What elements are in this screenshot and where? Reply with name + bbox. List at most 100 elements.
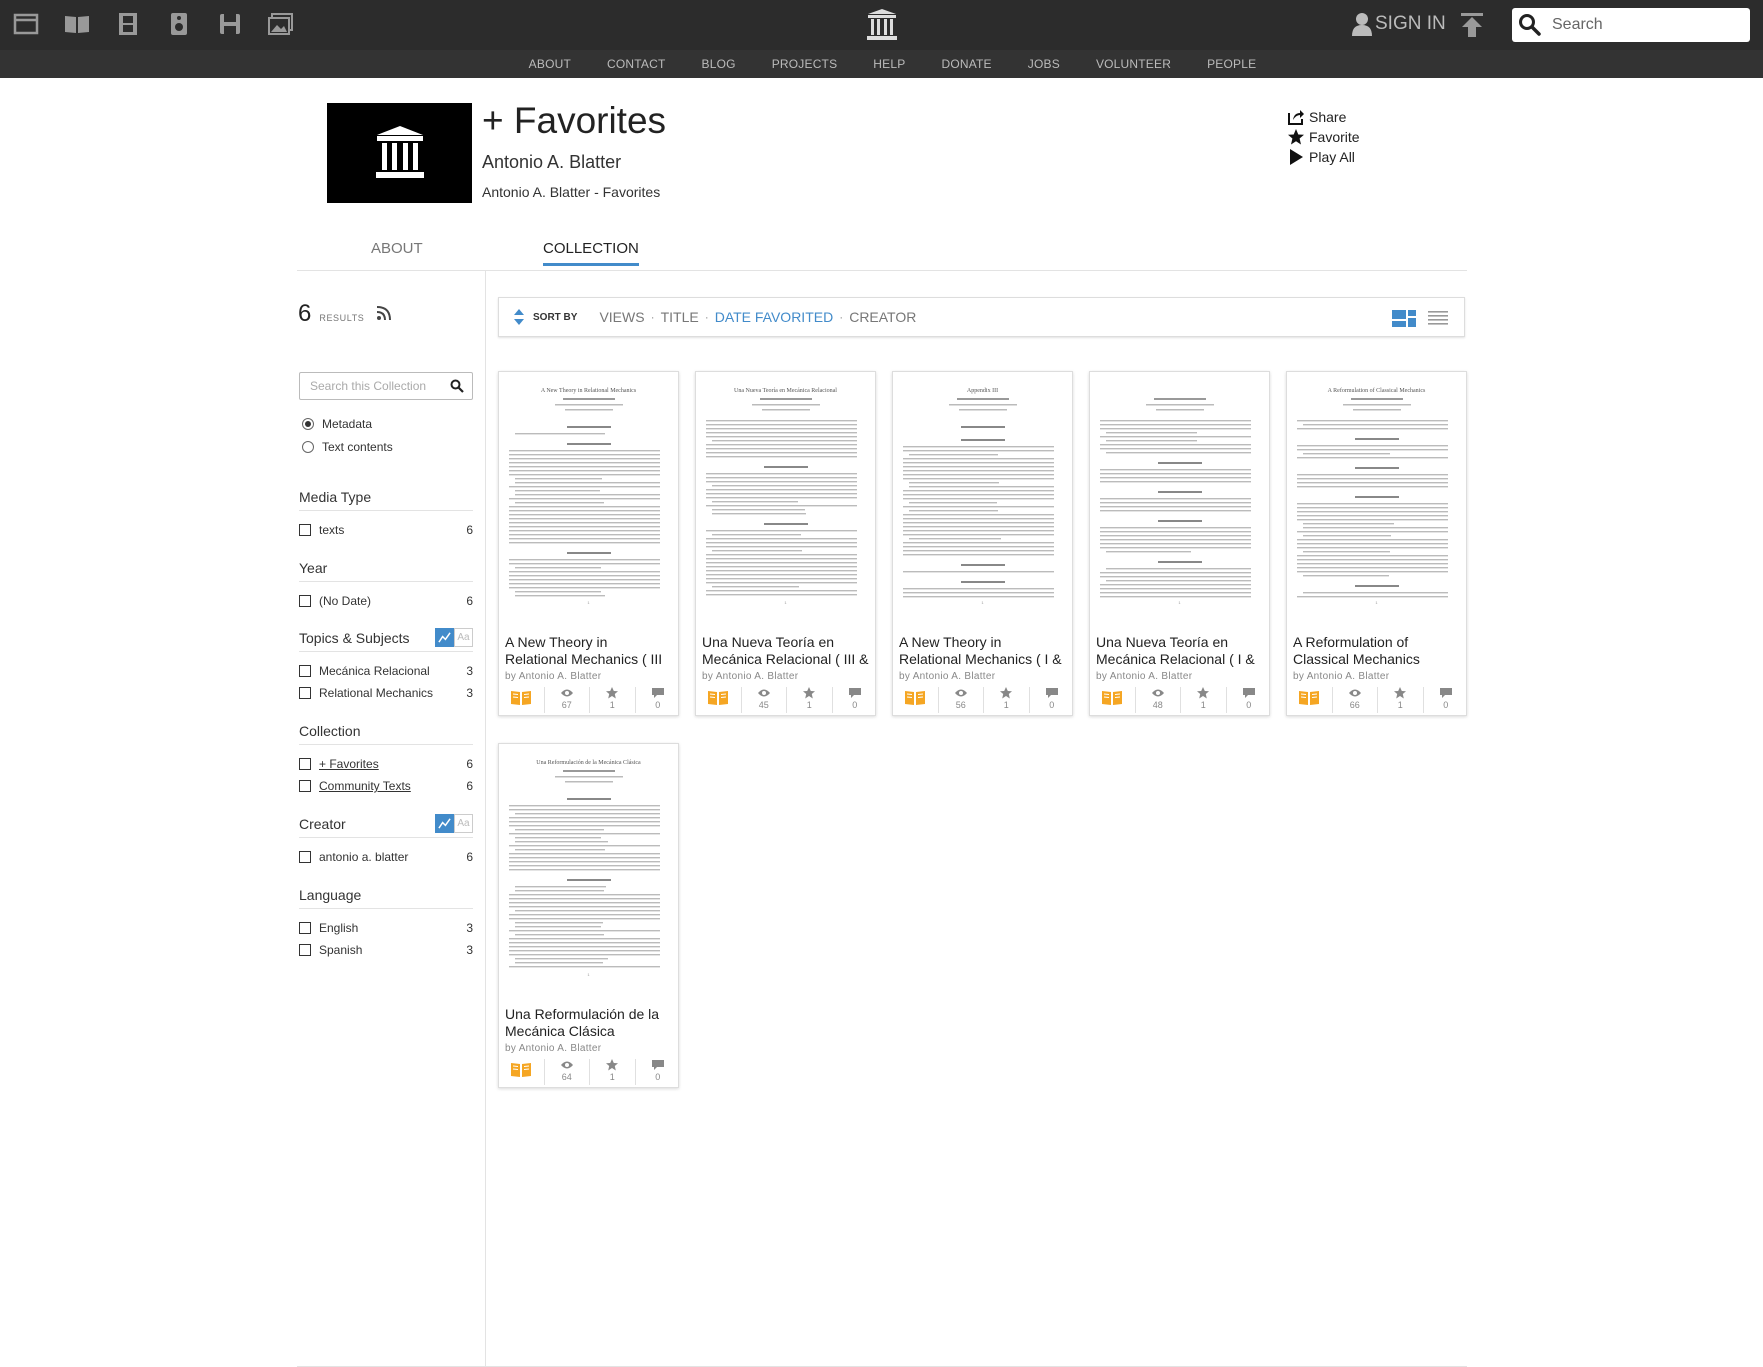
sort-direction-icon[interactable]	[513, 308, 525, 326]
sort-creator[interactable]: CREATOR	[849, 309, 916, 325]
facet-count: 6	[466, 779, 473, 793]
page-preview: Una Reformulación de la Mecánica Clásica…	[509, 759, 660, 977]
texts-icon	[511, 1063, 532, 1077]
document-thumbnail[interactable]: A Reformulation of Classical Mechanics 1	[1293, 378, 1460, 608]
web-icon[interactable]	[12, 10, 40, 38]
eye-icon	[560, 689, 573, 697]
video-icon[interactable]	[114, 10, 142, 38]
share-button[interactable]: Share	[1287, 107, 1360, 127]
facet-row[interactable]: Relational Mechanics 3	[299, 682, 473, 704]
list-view-icon[interactable]	[1426, 309, 1450, 327]
checkbox[interactable]	[299, 780, 311, 792]
checkbox[interactable]	[299, 944, 311, 956]
facet-row[interactable]: texts 6	[299, 519, 473, 541]
software-icon[interactable]	[216, 10, 244, 38]
chart-view-icon[interactable]	[435, 814, 454, 833]
stat-reviews: 0	[1424, 687, 1469, 713]
facet-row[interactable]: antonio a. blatter 6	[299, 846, 473, 868]
document-thumbnail[interactable]: Appendix III 1	[899, 378, 1066, 608]
facet-count: 3	[466, 664, 473, 678]
facet-row[interactable]: Mecánica Relacional 3	[299, 660, 473, 682]
document-thumbnail[interactable]: Una Reformulación de la Mecánica Clásica…	[505, 750, 672, 980]
media-icons	[12, 10, 318, 38]
comment-icon	[651, 1060, 664, 1070]
radio-text-contents[interactable]: Text contents	[302, 435, 393, 458]
facet-row[interactable]: Community Texts 6	[299, 775, 473, 797]
facet-label[interactable]: Community Texts	[319, 779, 466, 793]
favorite-button[interactable]: Favorite	[1287, 127, 1360, 147]
tile-title[interactable]: A New Theory in Relational Mechanics ( I…	[899, 634, 1066, 668]
document-thumbnail[interactable]: A New Theory in Relational Mechanics 1	[505, 378, 672, 608]
tile-title[interactable]: Una Nueva Teoría en Mecánica Relacional …	[702, 634, 869, 668]
tab-collection[interactable]: COLLECTION	[543, 240, 639, 266]
text-view-icon[interactable]: Aa	[454, 628, 473, 647]
result-tile[interactable]: A Reformulation of Classical Mechanics 1 A…	[1286, 371, 1467, 716]
result-tile[interactable]: Una Reformulación de la Mecánica Clásica…	[498, 743, 679, 1088]
stat-favorites: 1	[787, 687, 833, 713]
result-tile[interactable]: 1 Una Nueva Teoría en Mecánica Relacional…	[1089, 371, 1270, 716]
stat-favorites: 1	[590, 687, 636, 713]
favorites-count: 1	[1397, 700, 1403, 710]
texts-icon[interactable]	[63, 10, 91, 38]
stat-views: 45	[742, 687, 787, 713]
result-tile[interactable]: A New Theory in Relational Mechanics 1 A N…	[498, 371, 679, 716]
play-all-button[interactable]: Play All	[1287, 147, 1360, 167]
checkbox[interactable]	[299, 687, 311, 699]
collection-search-input[interactable]	[310, 379, 450, 393]
doc-heading: Una Nueva Teoría en Mecánica Relacional	[734, 388, 837, 394]
document-thumbnail[interactable]: 1	[1096, 378, 1263, 608]
collection-author[interactable]: Antonio A. Blatter	[482, 152, 621, 173]
result-tile[interactable]: Una Nueva Teoría en Mecánica Relacional 1…	[695, 371, 876, 716]
document-thumbnail[interactable]: Una Nueva Teoría en Mecánica Relacional 1	[702, 378, 869, 608]
sort-date-favorited[interactable]: DATE FAVORITED	[715, 309, 834, 325]
mediatype-texts	[499, 1059, 545, 1085]
nav-about[interactable]: ABOUT	[529, 50, 571, 78]
tile-title[interactable]: A Reformulation of Classical Mechanics	[1293, 634, 1460, 668]
archive-logo-icon[interactable]	[866, 8, 898, 42]
nav-volunteer[interactable]: VOLUNTEER	[1096, 50, 1171, 78]
checkbox[interactable]	[299, 758, 311, 770]
text-view-icon[interactable]: Aa	[454, 814, 473, 833]
facet-label[interactable]: + Favorites	[319, 757, 466, 771]
tab-about[interactable]: ABOUT	[371, 240, 423, 257]
radio-metadata[interactable]: Metadata	[302, 412, 393, 435]
sort-views[interactable]: VIEWS	[599, 309, 644, 325]
facet-row[interactable]: + Favorites 6	[299, 753, 473, 775]
search-input[interactable]	[1552, 16, 1732, 34]
search-icon[interactable]	[450, 379, 464, 393]
nav-jobs[interactable]: JOBS	[1028, 50, 1060, 78]
audio-icon[interactable]	[165, 10, 193, 38]
eye-icon	[1151, 689, 1164, 697]
chart-view-icon[interactable]	[435, 628, 454, 647]
tile-title[interactable]: Una Reformulación de la Mecánica Clásica	[505, 1006, 672, 1040]
nav-projects[interactable]: PROJECTS	[772, 50, 838, 78]
sign-in-link[interactable]: SIGN IN	[1352, 12, 1446, 36]
upload-icon[interactable]	[1458, 12, 1486, 38]
reviews-count: 0	[1049, 700, 1055, 710]
checkbox[interactable]	[299, 922, 311, 934]
checkbox[interactable]	[299, 595, 311, 607]
nav-donate[interactable]: DONATE	[941, 50, 991, 78]
nav-people[interactable]: PEOPLE	[1207, 50, 1256, 78]
tile-title[interactable]: A New Theory in Relational Mechanics ( I…	[505, 634, 672, 668]
nav-help[interactable]: HELP	[873, 50, 905, 78]
tile-view-icon[interactable]	[1392, 309, 1416, 327]
comment-icon	[848, 688, 861, 698]
search-icon[interactable]	[1518, 13, 1542, 37]
facet-row[interactable]: (No Date) 6	[299, 590, 473, 612]
result-tile[interactable]: Appendix III 1 A New Theory in Relational …	[892, 371, 1073, 716]
checkbox[interactable]	[299, 851, 311, 863]
rss-icon[interactable]	[376, 305, 392, 321]
tile-title[interactable]: Una Nueva Teoría en Mecánica Relacional …	[1096, 634, 1263, 668]
facet-title-text: Year	[299, 559, 328, 576]
nav-contact[interactable]: CONTACT	[607, 50, 666, 78]
sort-title[interactable]: TITLE	[661, 309, 699, 325]
facet-row[interactable]: Spanish 3	[299, 939, 473, 961]
facet-row[interactable]: English 3	[299, 917, 473, 939]
tile-stats: 56 1 0	[893, 685, 1074, 715]
checkbox[interactable]	[299, 665, 311, 677]
nav-blog[interactable]: BLOG	[702, 50, 736, 78]
radio-dot	[302, 440, 314, 453]
images-icon[interactable]	[267, 10, 295, 38]
checkbox[interactable]	[299, 524, 311, 536]
